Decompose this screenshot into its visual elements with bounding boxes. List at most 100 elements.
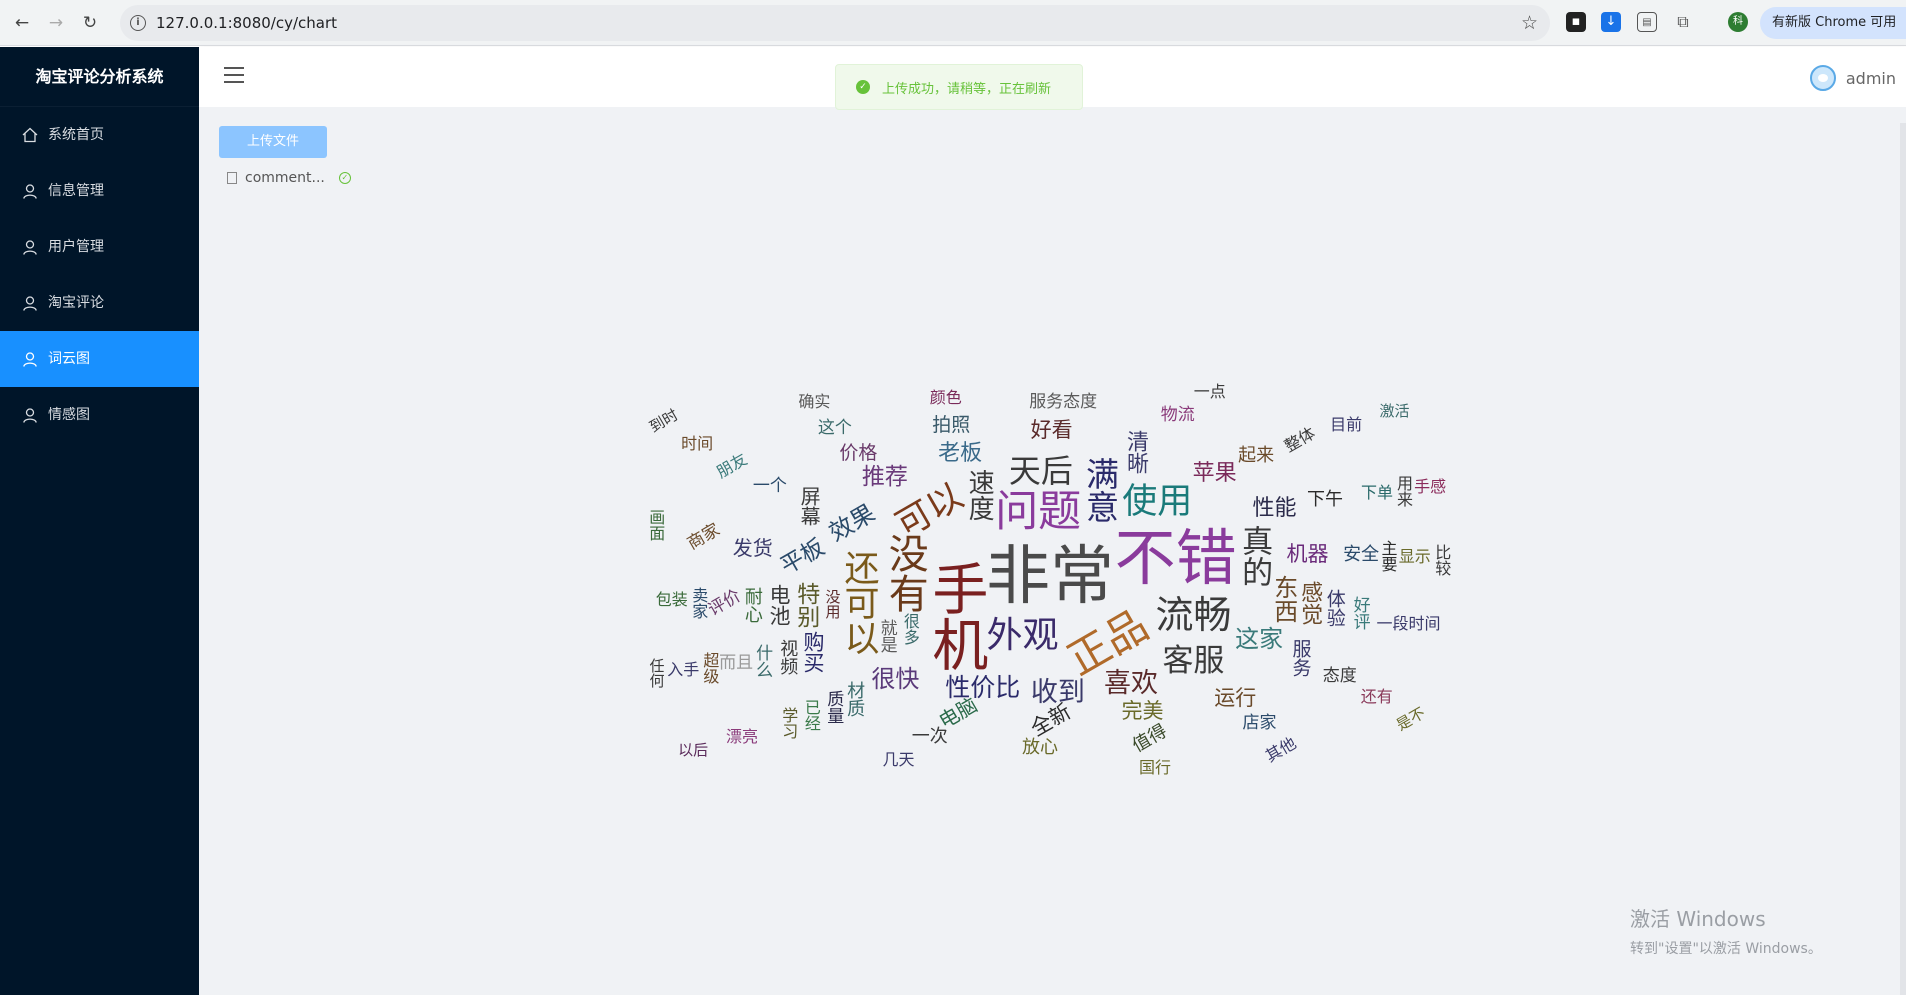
user-menu[interactable]: admin bbox=[1809, 63, 1896, 93]
wordcloud-word: 购买 bbox=[801, 630, 826, 673]
sidebar-item-wordcloud[interactable]: 词云图 bbox=[0, 331, 199, 387]
sidebar-item-label: 系统首页 bbox=[48, 127, 104, 143]
watermark-line-2: 转到"设置"以激活 Windows。 bbox=[1630, 941, 1822, 957]
chrome-update-button[interactable]: 有新版 Chrome 可用 ⋮ bbox=[1760, 7, 1906, 39]
wordcloud-word: 满意 bbox=[1080, 456, 1120, 523]
wordcloud-word: 就是 bbox=[876, 618, 897, 653]
wordcloud-word: 天后 bbox=[1008, 452, 1073, 491]
avatar[interactable] bbox=[1809, 65, 1836, 91]
wordcloud-word: 速度 bbox=[964, 469, 995, 522]
wordcloud-word: 一次 bbox=[911, 726, 948, 748]
wordcloud-word: 时间 bbox=[681, 434, 714, 454]
wordcloud-word: 这个 bbox=[817, 417, 852, 438]
wordcloud-word: 苹果 bbox=[1192, 460, 1237, 486]
scrollbar[interactable] bbox=[1900, 123, 1906, 995]
wordcloud-word: 以后 bbox=[678, 740, 709, 759]
wordcloud-word: 没有 bbox=[881, 532, 928, 613]
wordcloud-word: 价格 bbox=[839, 442, 878, 465]
windows-activation-watermark: 激活 Windows 转到"设置"以激活 Windows。 bbox=[1630, 903, 1822, 958]
forward-icon[interactable]: → bbox=[44, 11, 68, 35]
profile-avatar[interactable]: 科 bbox=[1728, 12, 1748, 32]
wordcloud-word: 其他 bbox=[1261, 733, 1300, 766]
home-icon bbox=[22, 127, 38, 143]
wordcloud-word: 已经 bbox=[801, 699, 821, 732]
update-label: 有新版 Chrome 可用 bbox=[1772, 15, 1897, 30]
sidebar-item-info-management[interactable]: 信息管理 bbox=[0, 163, 199, 219]
extension-icon[interactable]: ▪ bbox=[1566, 12, 1586, 32]
wordcloud-word: 手机 bbox=[922, 559, 988, 672]
wordcloud-word: 很快 bbox=[871, 665, 920, 694]
wordcloud-word: 真的 bbox=[1236, 525, 1273, 588]
wordcloud-word: 而且 bbox=[719, 653, 754, 674]
upload-file-button[interactable]: 上传文件 bbox=[219, 126, 327, 158]
wordcloud-word: 什么 bbox=[752, 643, 773, 678]
sidebar-item-home[interactable]: 系统首页 bbox=[0, 107, 199, 163]
url-text[interactable]: 127.0.0.1:8080/cy/chart bbox=[156, 14, 337, 32]
sidebar-item-sentiment[interactable]: 情感图 bbox=[0, 387, 199, 443]
copy-extension-icon[interactable]: ▤ bbox=[1637, 12, 1657, 32]
wordcloud-word: 还有 bbox=[1360, 687, 1393, 707]
wordcloud-word: 评价 bbox=[705, 585, 745, 620]
address-bar[interactable]: i 127.0.0.1:8080/cy/chart ☆ bbox=[120, 5, 1550, 41]
wordcloud-word: 推荐 bbox=[861, 464, 908, 491]
wordcloud-word: 是不 bbox=[1393, 703, 1429, 735]
wordcloud-word: 性价比 bbox=[945, 673, 1021, 703]
sidebar-item-label: 淘宝评论 bbox=[48, 295, 104, 311]
menu-toggle-icon[interactable] bbox=[224, 67, 244, 85]
wordcloud-word: 感觉 bbox=[1297, 581, 1323, 626]
username[interactable]: admin bbox=[1846, 69, 1896, 88]
wordcloud-word: 颜色 bbox=[929, 387, 962, 407]
wordcloud-word: 好评 bbox=[1349, 596, 1370, 631]
wordcloud-word: 好看 bbox=[1030, 417, 1073, 442]
wordcloud-word: 机器 bbox=[1286, 541, 1329, 566]
download-extension-icon[interactable]: ↓ bbox=[1601, 12, 1621, 32]
word-cloud: 非常 不错 手机 问题 正品 没有 流畅 外观 还可以 可以 使用 满意 天后 客服 真的 喜欢 收到 速度 性价比… bbox=[640, 380, 1460, 780]
wordcloud-word: 漂亮 bbox=[725, 727, 758, 747]
wordcloud-word: 清晰 bbox=[1123, 430, 1149, 475]
wordcloud-word: 性能 bbox=[1252, 496, 1297, 522]
wordcloud-word: 服务态度 bbox=[1029, 392, 1098, 413]
wordcloud-word: 效果 bbox=[823, 498, 880, 547]
bookmark-star-icon[interactable]: ☆ bbox=[1521, 12, 1538, 34]
wordcloud-word: 喜欢 bbox=[1104, 667, 1159, 699]
wordcloud-word: 服务 bbox=[1289, 639, 1312, 678]
uploaded-file-item[interactable]: comment... ✓ bbox=[227, 167, 351, 189]
wordcloud-word: 老板 bbox=[938, 440, 983, 466]
wordcloud-word: 体验 bbox=[1323, 589, 1346, 628]
wordcloud-word: 主要 bbox=[1378, 540, 1398, 573]
wordcloud-word: 很多 bbox=[900, 613, 920, 646]
user-icon bbox=[23, 352, 37, 367]
wordcloud-word: 超级 bbox=[700, 651, 720, 684]
file-name[interactable]: comment... bbox=[245, 170, 325, 186]
toast-message: 上传成功，请稍等，正在刷新 bbox=[882, 81, 1052, 97]
success-toast: ✓ 上传成功，请稍等，正在刷新 bbox=[835, 64, 1083, 110]
user-icon bbox=[23, 296, 37, 311]
wordcloud-word: 任何 bbox=[647, 658, 666, 689]
site-info-icon[interactable]: i bbox=[130, 15, 146, 31]
sidebar-item-user-management[interactable]: 用户管理 bbox=[0, 219, 199, 275]
reload-icon[interactable]: ↻ bbox=[78, 11, 102, 35]
wordcloud-word: 不错 bbox=[1114, 523, 1237, 595]
app-title: 淘宝评论分析系统 bbox=[0, 47, 199, 107]
user-icon bbox=[23, 184, 37, 199]
wordcloud-word: 外观 bbox=[986, 614, 1059, 656]
wordcloud-word: 学习 bbox=[779, 707, 799, 740]
puzzle-extensions-icon[interactable]: ⧉ bbox=[1673, 12, 1693, 32]
user-icon bbox=[23, 408, 37, 423]
wordcloud-word: 卖家 bbox=[689, 586, 709, 619]
wordcloud-word: 平板 bbox=[776, 534, 830, 581]
back-icon[interactable]: ← bbox=[10, 11, 34, 35]
sidebar-item-taobao-comments[interactable]: 淘宝评论 bbox=[0, 275, 199, 331]
wordcloud-word: 拍照 bbox=[932, 414, 971, 437]
wordcloud-word: 整体 bbox=[1281, 423, 1319, 456]
wordcloud-word: 到时 bbox=[646, 405, 682, 437]
wordcloud-word: 激活 bbox=[1379, 401, 1410, 420]
wordcloud-word: 起来 bbox=[1238, 445, 1275, 467]
wordcloud-word: 目前 bbox=[1330, 414, 1363, 434]
wordcloud-word: 画面 bbox=[646, 508, 666, 541]
wordcloud-word: 问题 bbox=[995, 487, 1082, 538]
sidebar-item-label: 信息管理 bbox=[48, 183, 104, 199]
wordcloud-word: 特别 bbox=[792, 581, 819, 628]
sidebar: 淘宝评论分析系统 系统首页 信息管理 用户管理 淘宝评论 词云图 情感图 bbox=[0, 47, 199, 995]
wordcloud-word: 质量 bbox=[823, 690, 844, 725]
